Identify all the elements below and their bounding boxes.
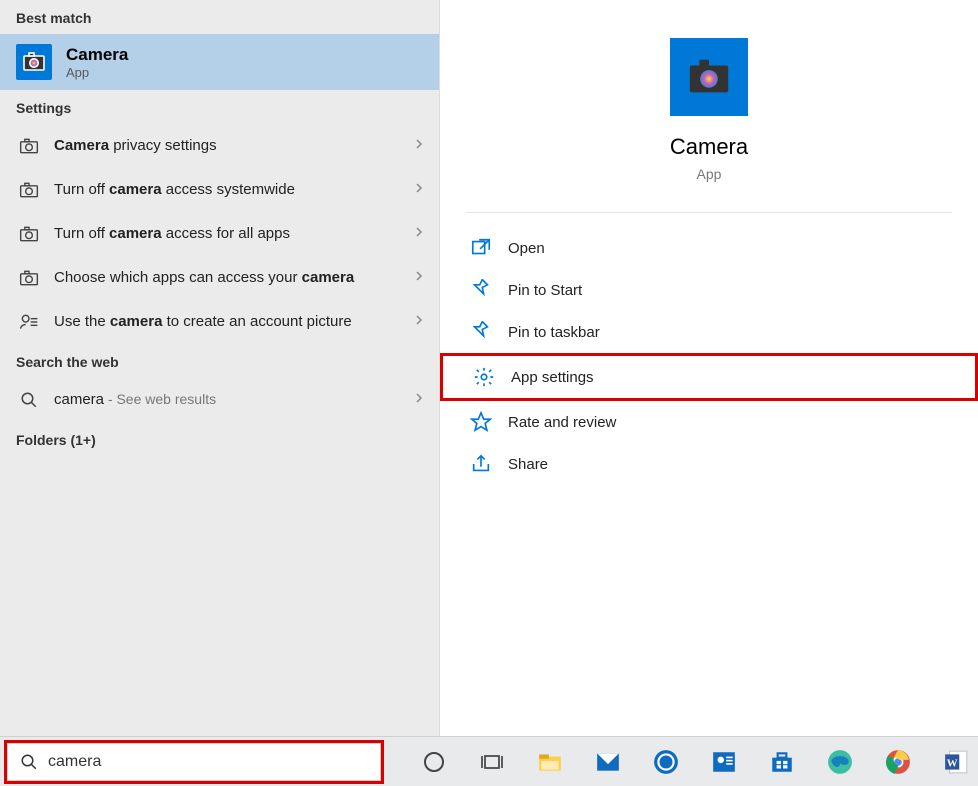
store-icon[interactable] [760, 740, 804, 784]
action-share[interactable]: Share [440, 443, 978, 485]
action-app-settings[interactable]: App settings [440, 353, 978, 401]
search-icon [16, 391, 42, 409]
camera-icon [16, 224, 42, 244]
action-label: Pin to Start [508, 282, 582, 299]
svg-text:W: W [947, 757, 958, 769]
preview-subtitle: App [697, 166, 722, 182]
camera-icon [16, 180, 42, 200]
task-view-icon[interactable] [470, 740, 514, 784]
open-icon [470, 237, 492, 259]
action-label: Rate and review [508, 414, 616, 431]
best-match-subtitle: App [66, 65, 128, 80]
preview-title: Camera [670, 134, 748, 160]
camera-app-icon [16, 44, 52, 80]
search-results-panel: Best match Camera App Settings C [0, 0, 440, 736]
action-label: App settings [511, 369, 594, 386]
result-label: Use the camera to create an account pict… [54, 312, 405, 332]
chevron-right-icon [405, 313, 425, 331]
account-icon [16, 312, 42, 332]
best-match-camera[interactable]: Camera App [0, 34, 439, 90]
gear-icon [473, 366, 495, 388]
edge-icon[interactable] [818, 740, 862, 784]
file-explorer-icon[interactable] [528, 740, 572, 784]
search-icon [20, 753, 38, 771]
action-pin-taskbar[interactable]: Pin to taskbar [440, 311, 978, 353]
camera-icon [16, 136, 42, 156]
pin-icon [470, 321, 492, 343]
cortana-icon[interactable] [412, 740, 456, 784]
best-match-title: Camera [66, 45, 128, 65]
chevron-right-icon [405, 225, 425, 243]
taskbar-app-icons: W [388, 740, 978, 784]
mail-icon[interactable] [586, 740, 630, 784]
result-label: Camera privacy settings [54, 136, 405, 156]
web-section-header: Search the web [0, 344, 439, 378]
result-label: Choose which apps can access your camera [54, 268, 405, 288]
settings-item-account-picture[interactable]: Use the camera to create an account pict… [0, 300, 439, 344]
camera-app-icon-large [670, 38, 748, 116]
taskbar-search-box[interactable] [7, 743, 381, 781]
result-label: camera - See web results [54, 390, 405, 410]
settings-item-choose-apps[interactable]: Choose which apps can access your camera [0, 256, 439, 300]
settings-item-camera-privacy[interactable]: Camera privacy settings [0, 124, 439, 168]
settings-item-turn-off-systemwide[interactable]: Turn off camera access systemwide [0, 168, 439, 212]
preview-panel: Camera App Open Pin to Start Pin to [440, 0, 978, 736]
pin-icon [470, 279, 492, 301]
search-input[interactable] [48, 753, 368, 771]
taskbar: W [0, 736, 978, 786]
action-rate-review[interactable]: Rate and review [440, 401, 978, 443]
chevron-right-icon [405, 181, 425, 199]
action-label: Pin to taskbar [508, 324, 600, 341]
web-result-camera[interactable]: camera - See web results [0, 378, 439, 422]
share-icon [470, 453, 492, 475]
action-list: Open Pin to Start Pin to taskbar App set… [440, 213, 978, 499]
action-label: Share [508, 456, 548, 473]
chevron-right-icon [405, 137, 425, 155]
result-label: Turn off camera access systemwide [54, 180, 405, 200]
action-pin-start[interactable]: Pin to Start [440, 269, 978, 311]
settings-section-header: Settings [0, 90, 439, 124]
star-icon [470, 411, 492, 433]
camera-icon [16, 268, 42, 288]
settings-item-turn-off-all-apps[interactable]: Turn off camera access for all apps [0, 212, 439, 256]
action-label: Open [508, 240, 545, 257]
best-match-header: Best match [0, 0, 439, 34]
result-label: Turn off camera access for all apps [54, 224, 405, 244]
dell-icon[interactable] [644, 740, 688, 784]
chrome-icon[interactable] [876, 740, 920, 784]
contacts-icon[interactable] [702, 740, 746, 784]
word-icon[interactable]: W [934, 740, 978, 784]
folders-section-header: Folders (1+) [0, 422, 439, 456]
chevron-right-icon [405, 269, 425, 287]
chevron-right-icon [405, 391, 425, 409]
taskbar-search-wrap [4, 740, 384, 784]
action-open[interactable]: Open [440, 227, 978, 269]
